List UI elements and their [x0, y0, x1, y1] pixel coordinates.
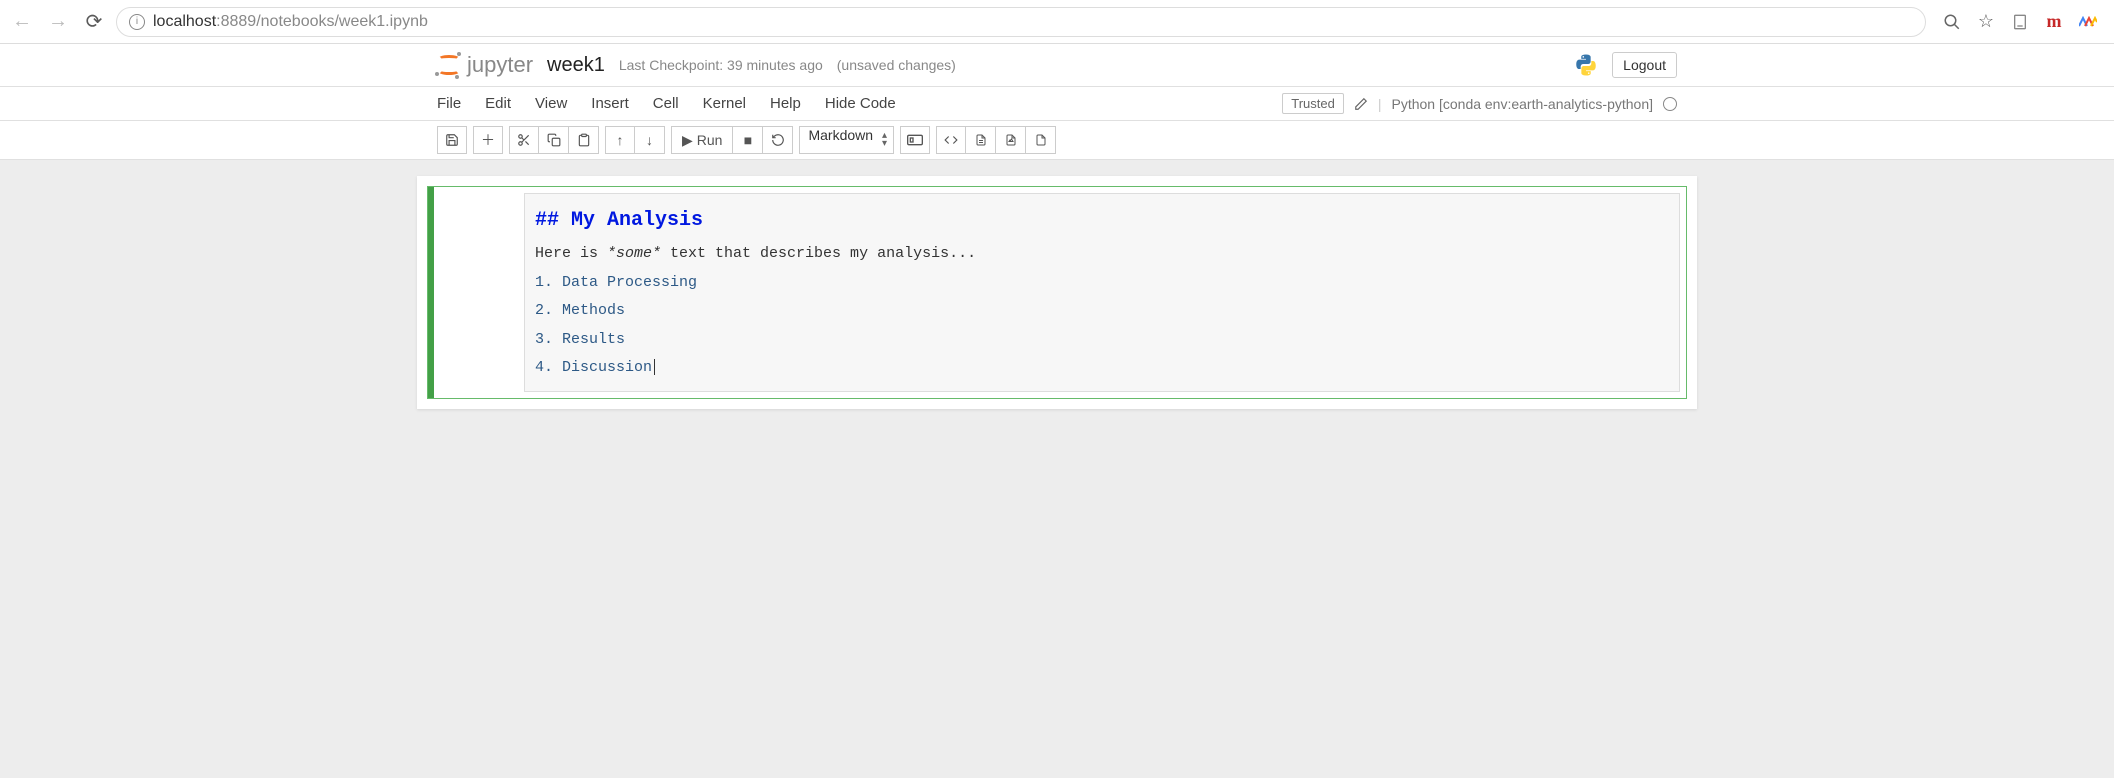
forward-button[interactable]: →	[44, 8, 72, 36]
cell-type-select[interactable]: Markdown ▴▾	[799, 126, 894, 154]
md-list-item: 3. Results	[535, 326, 1669, 355]
kernel-indicator-icon	[1663, 97, 1677, 111]
cell-editor[interactable]: ## My Analysis Here is *some* text that …	[524, 193, 1680, 392]
cut-button[interactable]	[509, 126, 539, 154]
menu-kernel[interactable]: Kernel	[703, 95, 746, 112]
cell-type-value: Markdown	[808, 127, 873, 143]
logout-button[interactable]: Logout	[1612, 52, 1677, 78]
unsaved-status: (unsaved changes)	[837, 57, 956, 73]
menu-file[interactable]: File	[437, 95, 461, 112]
move-up-button[interactable]: ↑	[605, 126, 635, 154]
doc2-button[interactable]	[996, 126, 1026, 154]
info-icon[interactable]: i	[129, 14, 145, 30]
run-icon: ▶	[682, 132, 693, 149]
url-bar[interactable]: i localhost:8889/notebooks/week1.ipynb	[116, 7, 1926, 37]
browser-chrome: ← → ⟳ i localhost:8889/notebooks/week1.i…	[0, 0, 2114, 44]
md-heading-line: ## My Analysis	[535, 202, 1669, 240]
md-list-item: 2. Methods	[535, 297, 1669, 326]
zoom-icon[interactable]	[1942, 12, 1962, 32]
run-label: Run	[697, 132, 723, 148]
menu-insert[interactable]: Insert	[591, 95, 629, 112]
code-toggle-button[interactable]	[936, 126, 966, 154]
page-icon[interactable]	[2010, 12, 2030, 32]
select-arrows-icon: ▴▾	[882, 132, 887, 148]
md-body-line: Here is *some* text that describes my an…	[535, 240, 1669, 269]
kernel-name[interactable]: Python [conda env:earth-analytics-python…	[1392, 96, 1654, 112]
interrupt-button[interactable]: ■	[733, 126, 763, 154]
menu-view[interactable]: View	[535, 95, 567, 112]
url-text: localhost:8889/notebooks/week1.ipynb	[153, 13, 428, 31]
insert-cell-button[interactable]: ＋	[473, 126, 503, 154]
restart-button[interactable]	[763, 126, 793, 154]
move-down-button[interactable]: ↓	[635, 126, 665, 154]
menubar: File Edit View Insert Cell Kernel Help H…	[417, 87, 1697, 120]
trusted-badge[interactable]: Trusted	[1282, 93, 1344, 114]
doc3-button[interactable]	[1026, 126, 1056, 154]
run-button[interactable]: ▶ Run	[671, 126, 733, 154]
text-cursor	[654, 359, 655, 375]
menu-hide-code[interactable]: Hide Code	[825, 95, 896, 112]
chrome-actions: ☆ m	[1934, 12, 2106, 32]
edit-icon[interactable]	[1354, 97, 1368, 111]
bookmark-star-icon[interactable]: ☆	[1976, 12, 1996, 32]
save-button[interactable]	[437, 126, 467, 154]
doc1-button[interactable]	[966, 126, 996, 154]
command-palette-button[interactable]	[900, 126, 930, 154]
extension-colored-icon[interactable]	[2078, 12, 2098, 32]
markdown-cell[interactable]: ## My Analysis Here is *some* text that …	[427, 186, 1687, 399]
reload-button[interactable]: ⟳	[80, 8, 108, 36]
md-list-item: 1. Data Processing	[535, 269, 1669, 298]
toolbar: ＋ ↑ ↓ ▶ Run ■	[417, 121, 1697, 159]
paste-button[interactable]	[569, 126, 599, 154]
copy-button[interactable]	[539, 126, 569, 154]
notebook-area: ## My Analysis Here is *some* text that …	[417, 176, 1697, 409]
md-list-item-last: 4. Discussion	[535, 354, 1669, 383]
back-button[interactable]: ←	[8, 8, 36, 36]
notebook-name[interactable]: week1	[547, 54, 605, 77]
menu-cell[interactable]: Cell	[653, 95, 679, 112]
menu-help[interactable]: Help	[770, 95, 801, 112]
checkpoint-status: Last Checkpoint: 39 minutes ago	[619, 57, 823, 73]
menu-edit[interactable]: Edit	[485, 95, 511, 112]
python-logo-icon	[1574, 53, 1598, 77]
notebook-header: jupyter week1 Last Checkpoint: 39 minute…	[417, 44, 1697, 86]
cell-prompt-area	[434, 187, 524, 398]
jupyter-logo[interactable]: jupyter	[437, 52, 533, 78]
jupyter-logo-text: jupyter	[467, 52, 533, 78]
extension-m-icon[interactable]: m	[2044, 12, 2064, 32]
